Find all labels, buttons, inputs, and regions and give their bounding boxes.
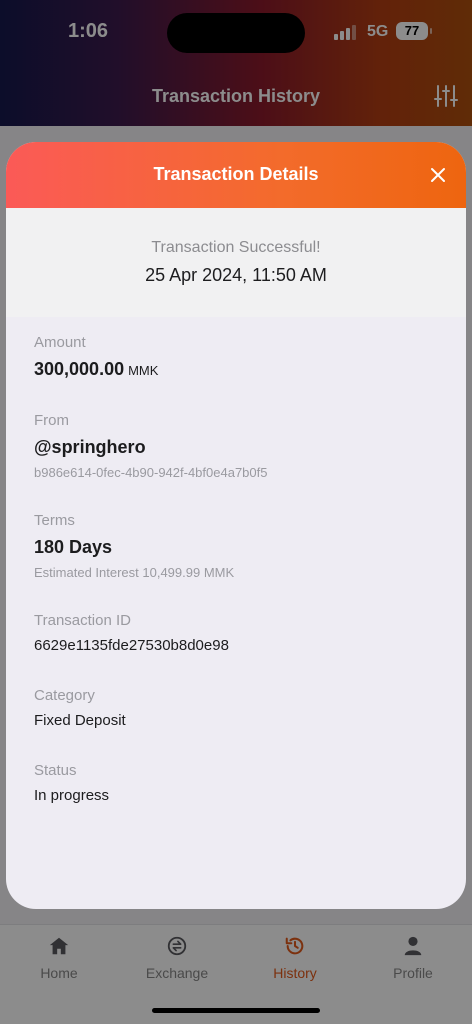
category-value: Fixed Deposit [34,712,126,729]
close-icon[interactable] [430,167,446,183]
result-panel: Transaction Successful! 25 Apr 2024, 11:… [6,208,466,317]
transaction-status-message: Transaction Successful! [151,239,321,256]
estimated-interest: Estimated Interest 10,499.99 MMK [34,565,235,580]
modal-header: Transaction Details [6,142,466,208]
transaction-id-label: Transaction ID [34,612,131,629]
terms-value: 180 Days [34,537,113,557]
amount-row: 300,000.00 MMK [34,359,158,380]
amount-label: Amount [34,334,86,351]
amount-unit: MMK [128,363,159,378]
from-label: From [34,412,69,429]
amount-value: 300,000.00 [34,359,125,379]
transaction-datetime: 25 Apr 2024, 11:50 AM [145,265,327,285]
transaction-details-modal: Transaction Details Transaction Successf… [6,142,466,909]
from-username: @springhero [34,437,146,457]
from-account-id: b986e614-0fec-4b90-942f-4bf0e4a7b0f5 [34,465,268,480]
modal-title: Transaction Details [153,164,319,184]
transaction-id-value: 6629e1135fde27530b8d0e98 [34,637,229,654]
status-value: In progress [34,787,110,804]
home-indicator [152,1008,320,1013]
screen: 1:06 5G 77 Transaction History Home Exch… [0,0,472,1024]
category-label: Category [34,687,95,704]
status-label: Status [34,762,77,779]
terms-label: Terms [34,512,75,529]
